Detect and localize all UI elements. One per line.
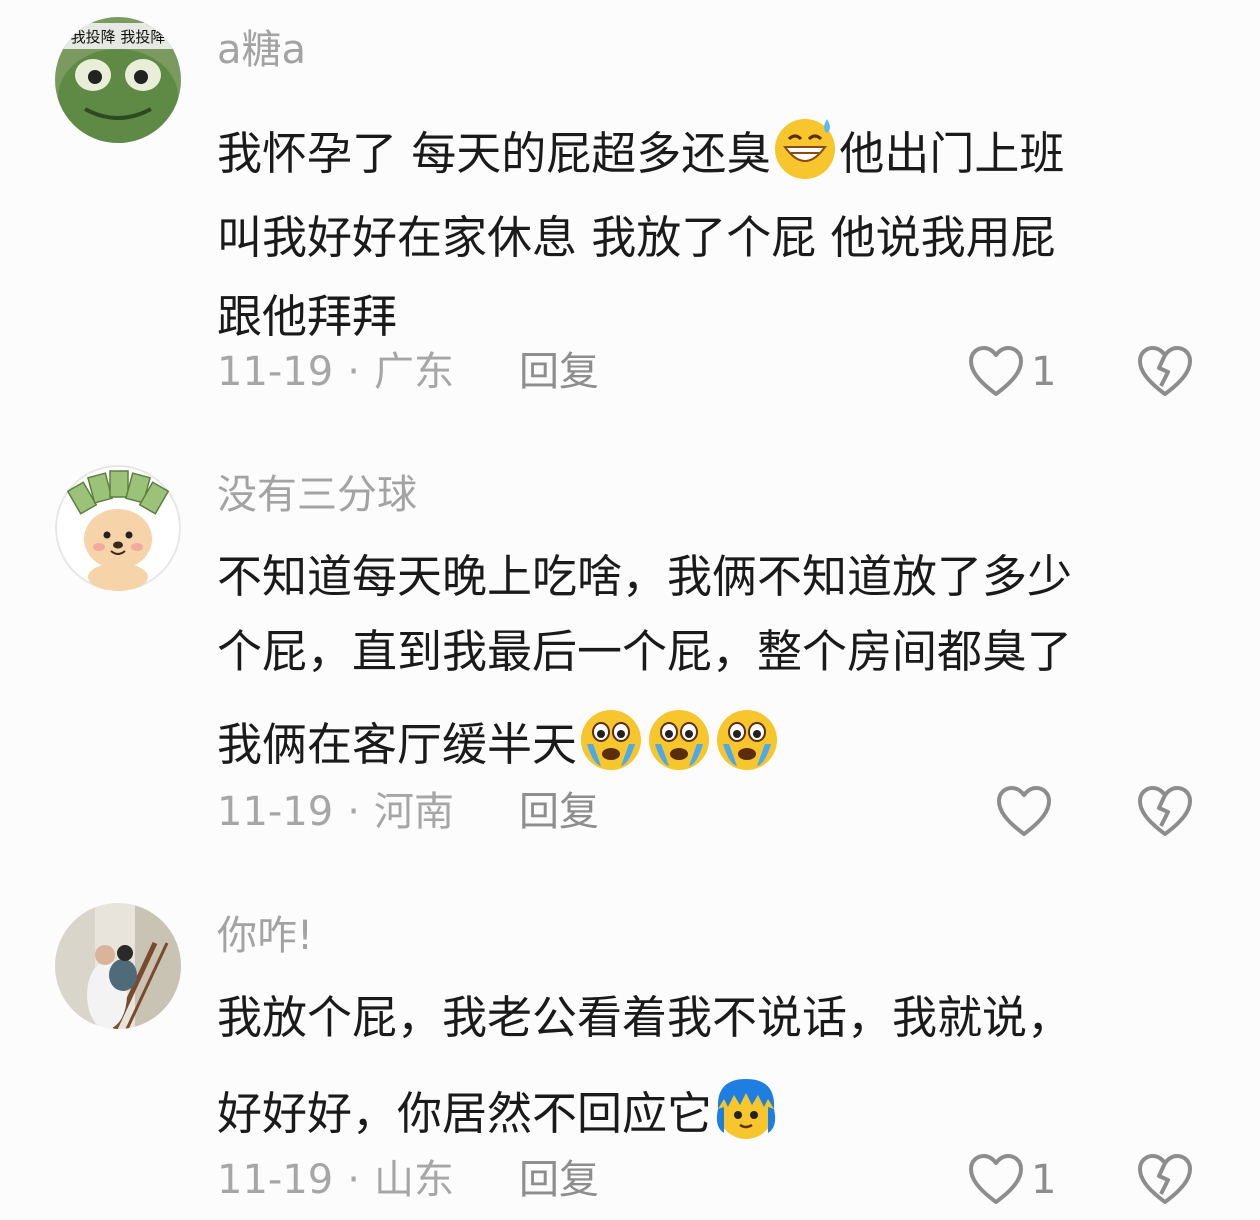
broken-heart-icon[interactable] <box>1136 1152 1194 1206</box>
avatar-caption: 我投降 我投降 <box>71 28 166 46</box>
grinning-sweat-emoji <box>775 119 836 179</box>
comment-text: 我放个屁，我老公看着我不说话，我就说， 好好好，你居然不回应它 <box>217 995 1217 1141</box>
heart-icon[interactable] <box>967 1152 1025 1206</box>
frog-avatar-image: 我投降 我投降 <box>55 17 181 143</box>
reply-button[interactable]: 回复 <box>519 352 599 392</box>
comment-meta: 11-19 · 广东 <box>217 352 454 392</box>
like-count: 1 <box>1031 1157 1057 1203</box>
money-dog-avatar-image <box>55 465 181 591</box>
comment-text: 我怀孕了 每天的屁超多还臭 他出门上班 叫我好好在家休息 我放了个屁 他说我用屁… <box>217 113 1217 339</box>
comment-text: 不知道每天晚上吃啥，我俩不知道放了多少 个屁，直到我最后一个屁，整个房间都臭了 … <box>217 554 1217 772</box>
comment-line: 我俩在客厅缓半天 <box>217 718 578 771</box>
comment-line: 好好好，你居然不回应它 <box>217 1087 713 1140</box>
username[interactable]: 没有三分球 <box>217 475 417 515</box>
comment-date: 11-19 <box>217 349 334 395</box>
like-count: 1 <box>1031 349 1057 395</box>
comment-line: 我放个屁，我老公看着我不说话，我就说， <box>217 991 1073 1044</box>
meta-separator: · <box>347 349 360 395</box>
reply-button[interactable]: 回复 <box>519 1160 599 1200</box>
comment-date: 11-19 <box>217 789 334 835</box>
username[interactable]: 你咋! <box>217 916 313 956</box>
comment-line: 个屁，直到我最后一个屁，整个房间都臭了 <box>217 625 1073 678</box>
comment-line: 跟他拜拜 <box>217 290 398 343</box>
username[interactable]: a糖a <box>217 30 306 70</box>
comment-location: 广东 <box>373 349 454 395</box>
avatar[interactable]: 我投降 我投降 <box>55 17 181 143</box>
heart-icon[interactable] <box>995 784 1053 838</box>
comment-line: 不知道每天晚上吃啥，我俩不知道放了多少 <box>217 550 1073 603</box>
crying-emoji <box>581 710 642 770</box>
comment-line: 叫我好好在家休息 我放了个屁 他说我用屁 <box>217 211 1056 264</box>
photo-avatar-image <box>55 903 181 1029</box>
meta-separator: · <box>347 1157 360 1203</box>
comment-location: 河南 <box>373 789 454 835</box>
avatar[interactable] <box>55 465 181 591</box>
comment-line: 我怀孕了 每天的屁超多还臭 <box>217 127 772 180</box>
broken-heart-icon[interactable] <box>1136 344 1194 398</box>
comment-meta: 11-19 · 河南 <box>217 792 454 832</box>
comment-location: 山东 <box>373 1157 454 1203</box>
reply-button[interactable]: 回复 <box>519 792 599 832</box>
broken-heart-icon[interactable] <box>1136 784 1194 838</box>
blue-hair-emoji <box>716 1079 776 1139</box>
comment-date: 11-19 <box>217 1157 334 1203</box>
heart-icon[interactable] <box>967 344 1025 398</box>
crying-emoji <box>649 710 710 770</box>
comment-line-tail: 他出门上班 <box>839 127 1065 180</box>
avatar[interactable] <box>55 903 181 1029</box>
meta-separator: · <box>347 789 360 835</box>
crying-emoji <box>717 710 778 770</box>
comment-meta: 11-19 · 山东 <box>217 1160 454 1200</box>
